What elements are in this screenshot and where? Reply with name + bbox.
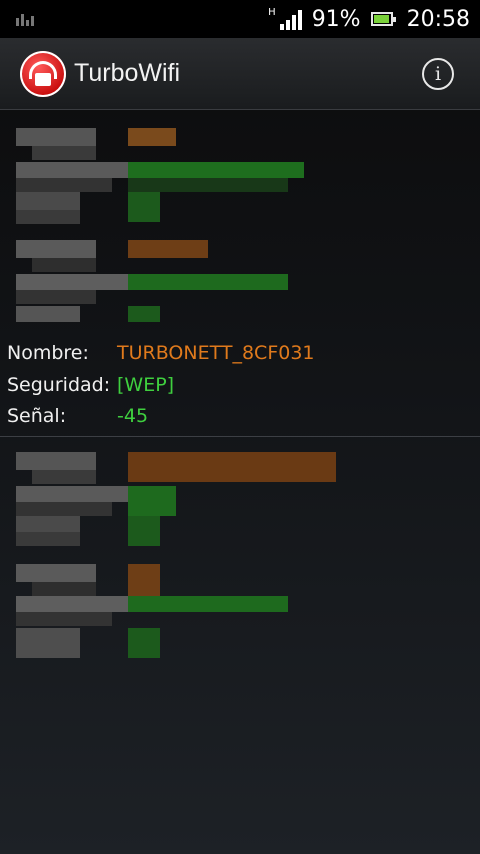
notification-icon [16, 14, 34, 26]
signal-row: Señal: -45 [7, 405, 148, 427]
info-button[interactable]: i [422, 58, 454, 90]
name-value: TURBONETT_8CF031 [117, 342, 315, 364]
app-title: TurboWifi [74, 59, 181, 87]
security-label: Seguridad: [7, 374, 111, 396]
status-bar: H 91% 20:58 [0, 0, 480, 38]
battery-percent: 91% [311, 6, 361, 32]
clock: 20:58 [406, 6, 470, 32]
security-row: Seguridad: [WEP] [7, 374, 174, 396]
name-label: Nombre: [7, 342, 89, 364]
selected-network-detail[interactable]: Nombre: TURBONETT_8CF031 Seguridad: [WEP… [0, 330, 480, 437]
name-row: Nombre: TURBONETT_8CF031 [7, 342, 315, 364]
network-list-item[interactable] [0, 440, 480, 665]
info-icon: i [434, 63, 442, 85]
signal-value: -45 [117, 405, 149, 427]
action-bar: TurboWifi i [0, 38, 480, 110]
security-value: [WEP] [117, 374, 175, 396]
signal-bars-icon: H [268, 8, 302, 30]
app-logo-icon [20, 50, 66, 97]
battery-icon [370, 12, 396, 26]
network-type: H [268, 7, 276, 18]
signal-label: Señal: [7, 405, 67, 427]
network-list-item[interactable] [0, 112, 480, 327]
